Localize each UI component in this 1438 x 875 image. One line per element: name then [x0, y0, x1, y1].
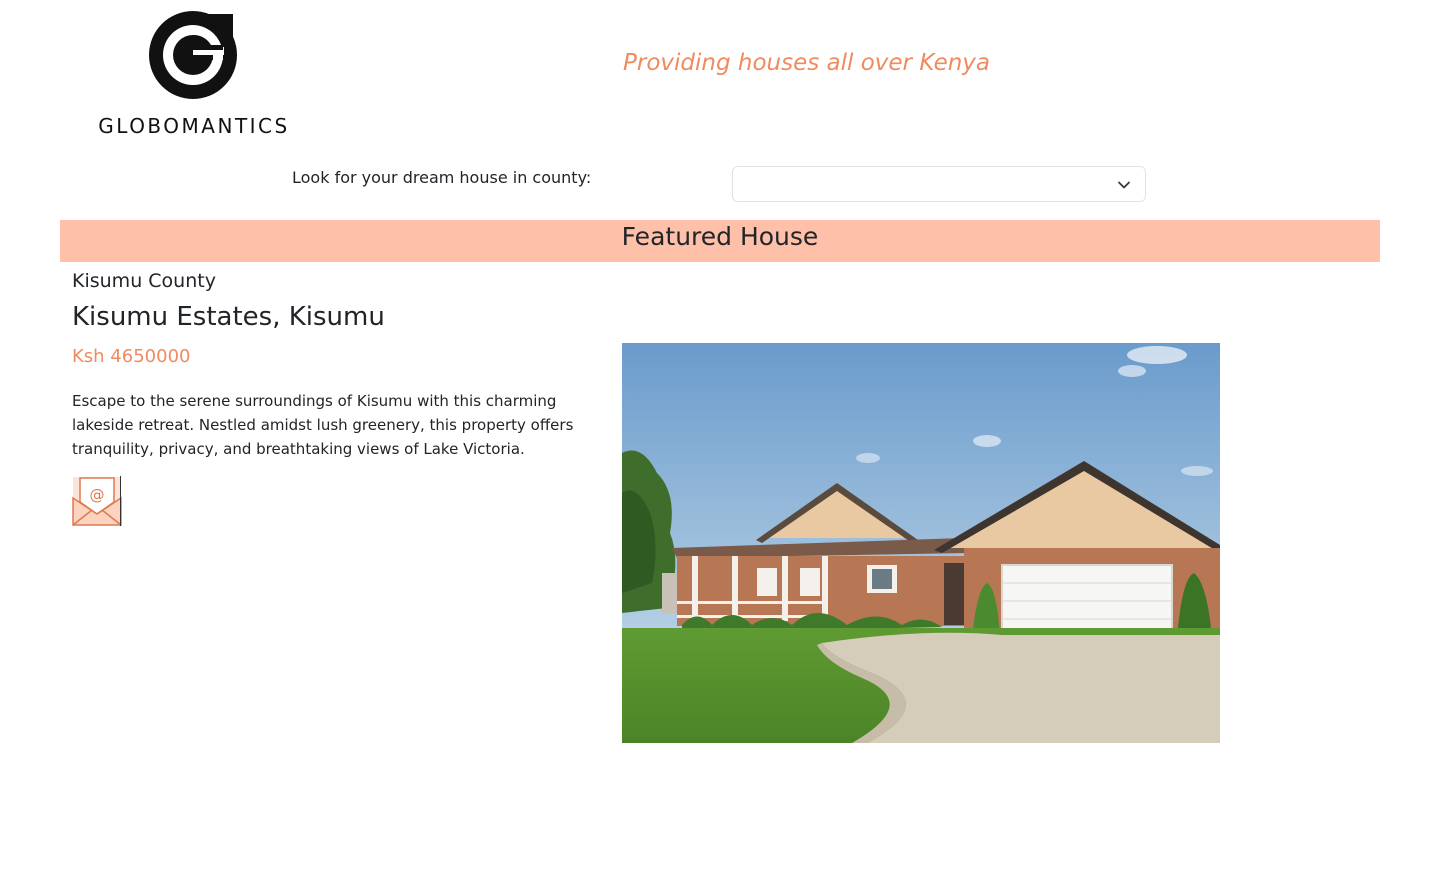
house-county: Kisumu County: [72, 270, 216, 292]
county-select-label: Look for your dream house in county:: [292, 168, 592, 187]
brand-name: GLOBOMANTICS: [98, 114, 290, 138]
email-envelope-icon: @: [72, 477, 122, 526]
house-price: Ksh 4650000: [72, 346, 191, 367]
globomantics-g-logo-icon: [149, 11, 237, 99]
house-address: Kisumu Estates, Kisumu: [72, 302, 385, 332]
chevron-down-icon: [1118, 181, 1130, 189]
featured-banner: Featured House: [60, 220, 1380, 262]
tagline: Providing houses all over Kenya: [623, 50, 991, 76]
page: GLOBOMANTICS Providing houses all over K…: [0, 0, 1438, 875]
contact-email-button[interactable]: @: [72, 476, 122, 526]
featured-heading: Featured House: [621, 222, 819, 251]
house-description: Escape to the serene surroundings of Kis…: [72, 392, 574, 458]
globomantics-logo[interactable]: GLOBOMANTICS: [94, 10, 294, 140]
svg-text:@: @: [90, 486, 105, 504]
house-photo: [622, 343, 1220, 743]
focus-caret: [120, 476, 121, 526]
county-select[interactable]: [732, 166, 1146, 202]
